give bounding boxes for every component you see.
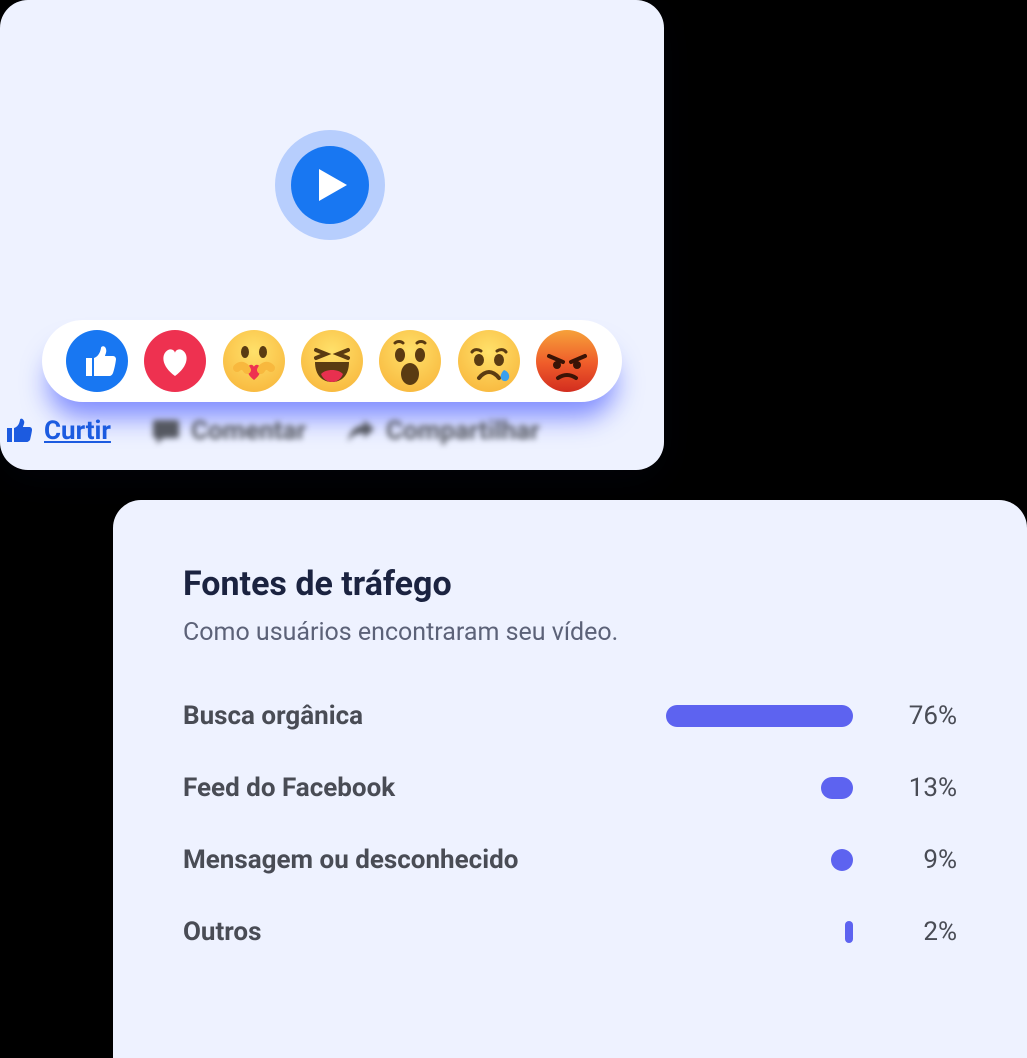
traffic-bar bbox=[607, 849, 853, 871]
traffic-bar-fill bbox=[821, 777, 853, 799]
angry-reaction-icon bbox=[536, 330, 598, 392]
wow-reaction-icon bbox=[379, 330, 441, 392]
traffic-sources-card: Fontes de tráfego Como usuários encontra… bbox=[113, 500, 1027, 1058]
reactions-bar bbox=[42, 320, 622, 402]
thumb-up-icon bbox=[4, 416, 34, 446]
traffic-bar-fill bbox=[845, 921, 853, 943]
reaction-love[interactable] bbox=[144, 330, 206, 392]
comment-action[interactable]: Comentar bbox=[151, 416, 306, 446]
like-action[interactable]: Curtir bbox=[4, 416, 111, 446]
traffic-row-label: Feed do Facebook bbox=[183, 773, 583, 803]
traffic-row: Mensagem ou desconhecido 9% bbox=[183, 845, 957, 875]
reaction-angry[interactable] bbox=[536, 330, 598, 392]
video-post-card: Curtir Comentar Compartilhar bbox=[0, 0, 664, 470]
traffic-row: Busca orgânica 76% bbox=[183, 701, 957, 731]
traffic-row-label: Mensagem ou desconhecido bbox=[183, 845, 583, 875]
reaction-sad[interactable] bbox=[458, 330, 520, 392]
post-actions-row: Curtir Comentar Compartilhar bbox=[0, 416, 664, 446]
comment-action-label: Comentar bbox=[191, 416, 306, 446]
traffic-bar-fill bbox=[831, 849, 853, 871]
like-action-label: Curtir bbox=[44, 416, 111, 446]
play-icon bbox=[319, 169, 347, 201]
share-action-label: Compartilhar bbox=[386, 416, 539, 446]
traffic-subtitle: Como usuários encontraram seu vídeo. bbox=[183, 618, 957, 647]
traffic-row-label: Outros bbox=[183, 917, 583, 947]
traffic-row: Outros 2% bbox=[183, 917, 957, 947]
care-reaction-icon bbox=[223, 330, 285, 392]
traffic-bar bbox=[607, 705, 853, 727]
traffic-bar bbox=[607, 777, 853, 799]
traffic-row-pct: 9% bbox=[877, 845, 957, 875]
traffic-rows: Busca orgânica 76% Feed do Facebook 13% … bbox=[183, 701, 957, 947]
reaction-care[interactable] bbox=[223, 330, 285, 392]
share-icon bbox=[346, 416, 376, 446]
sad-reaction-icon bbox=[458, 330, 520, 392]
traffic-row-pct: 13% bbox=[877, 773, 957, 803]
traffic-bar bbox=[607, 921, 853, 943]
share-action[interactable]: Compartilhar bbox=[346, 416, 539, 446]
play-button[interactable] bbox=[275, 130, 385, 240]
play-button-inner bbox=[291, 146, 369, 224]
reaction-haha[interactable] bbox=[301, 330, 363, 392]
reaction-wow[interactable] bbox=[379, 330, 441, 392]
haha-reaction-icon bbox=[301, 330, 363, 392]
traffic-row-pct: 76% bbox=[877, 701, 957, 731]
reaction-like[interactable] bbox=[66, 330, 128, 392]
traffic-row: Feed do Facebook 13% bbox=[183, 773, 957, 803]
traffic-bar-fill bbox=[666, 705, 853, 727]
traffic-row-label: Busca orgânica bbox=[183, 701, 583, 731]
traffic-row-pct: 2% bbox=[877, 917, 957, 947]
comment-icon bbox=[151, 416, 181, 446]
love-reaction-icon bbox=[144, 330, 206, 392]
like-reaction-icon bbox=[66, 330, 128, 392]
traffic-title: Fontes de tráfego bbox=[183, 564, 957, 604]
